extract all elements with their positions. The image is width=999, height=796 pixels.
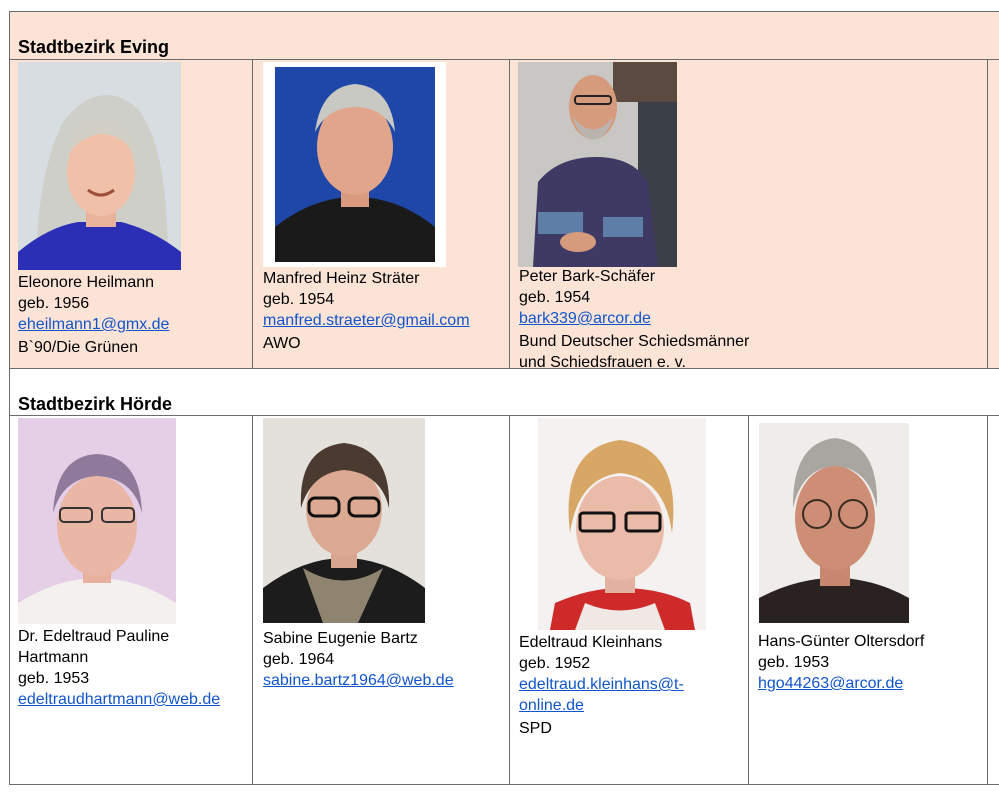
person-email-link[interactable]: online.de: [519, 697, 584, 714]
table-rule-hoerde-heading: [9, 415, 999, 416]
portrait-photo: [263, 62, 446, 267]
column-divider: [252, 59, 253, 368]
table-border-bottom: [9, 784, 999, 785]
person-name: Hans-Günter Oltersdorf: [758, 633, 925, 650]
person-card: Dr. Edeltraud Pauline Hartmann geb. 1953…: [18, 626, 220, 710]
section-heading-eving: Stadtbezirk Eving: [18, 37, 170, 57]
portrait-photo: [18, 418, 176, 624]
person-email-link[interactable]: edeltraud.kleinhans@t-: [519, 676, 684, 693]
person-email-link[interactable]: bark339@arcor.de: [519, 310, 651, 327]
person-organization: AWO: [263, 335, 301, 352]
person-organization: SPD: [519, 720, 552, 737]
person-birth-year: geb. 1952: [519, 655, 591, 672]
table-rule-eving-end: [9, 368, 999, 369]
portrait-photo: [263, 418, 425, 623]
column-divider: [987, 59, 988, 368]
person-organization: B`90/Die Grünen: [18, 339, 139, 356]
portrait-photo: [520, 418, 710, 630]
person-name: Dr. Edeltraud Pauline: [18, 628, 170, 645]
person-card: Manfred Heinz Sträter geb. 1954 manfred.…: [263, 268, 470, 354]
section-heading-hoerde: Stadtbezirk Hörde: [18, 394, 173, 414]
person-organization: und Schiedsfrauen e. v.: [519, 354, 686, 371]
person-email-link[interactable]: edeltraudhartmann@web.de: [18, 691, 220, 708]
person-birth-year: geb. 1954: [263, 291, 335, 308]
column-divider: [509, 415, 510, 785]
person-birth-year: geb. 1964: [263, 651, 335, 668]
person-card: Peter Bark-Schäfer geb. 1954 bark339@arc…: [519, 266, 749, 373]
person-email-link[interactable]: eheilmann1@gmx.de: [18, 316, 169, 333]
person-name: Manfred Heinz Sträter: [263, 270, 420, 287]
person-name: Peter Bark-Schäfer: [519, 268, 656, 285]
person-email-link[interactable]: sabine.bartz1964@web.de: [263, 672, 454, 689]
table-border-left: [9, 11, 10, 785]
person-name: Edeltraud Kleinhans: [519, 634, 663, 651]
person-name: Sabine Eugenie Bartz: [263, 630, 418, 647]
person-birth-year: geb. 1954: [519, 289, 591, 306]
person-card: Edeltraud Kleinhans geb. 1952 edeltraud.…: [519, 632, 684, 739]
person-email-link[interactable]: manfred.straeter@gmail.com: [263, 312, 470, 329]
person-card: Hans-Günter Oltersdorf geb. 1953 hgo4426…: [758, 631, 924, 694]
person-email-link[interactable]: hgo44263@arcor.de: [758, 675, 903, 692]
person-birth-year: geb. 1956: [18, 295, 90, 312]
portrait-photo: [518, 62, 677, 267]
portrait-photo: [18, 62, 181, 270]
column-divider: [748, 415, 749, 785]
column-divider: [987, 415, 988, 785]
table-rule-eving-heading: [9, 59, 999, 60]
person-card: Sabine Eugenie Bartz geb. 1964 sabine.ba…: [263, 628, 454, 691]
person-birth-year: geb. 1953: [758, 654, 830, 671]
portrait-photo: [757, 418, 913, 628]
person-organization: Bund Deutscher Schiedsmänner: [519, 333, 750, 350]
column-divider: [509, 59, 510, 368]
person-name: Hartmann: [18, 649, 89, 666]
person-name: Eleonore Heilmann: [18, 274, 155, 291]
person-birth-year: geb. 1953: [18, 670, 90, 687]
person-card: Eleonore Heilmann geb. 1956 eheilmann1@g…: [18, 272, 169, 358]
column-divider: [252, 415, 253, 785]
table-border-top: [9, 11, 999, 12]
